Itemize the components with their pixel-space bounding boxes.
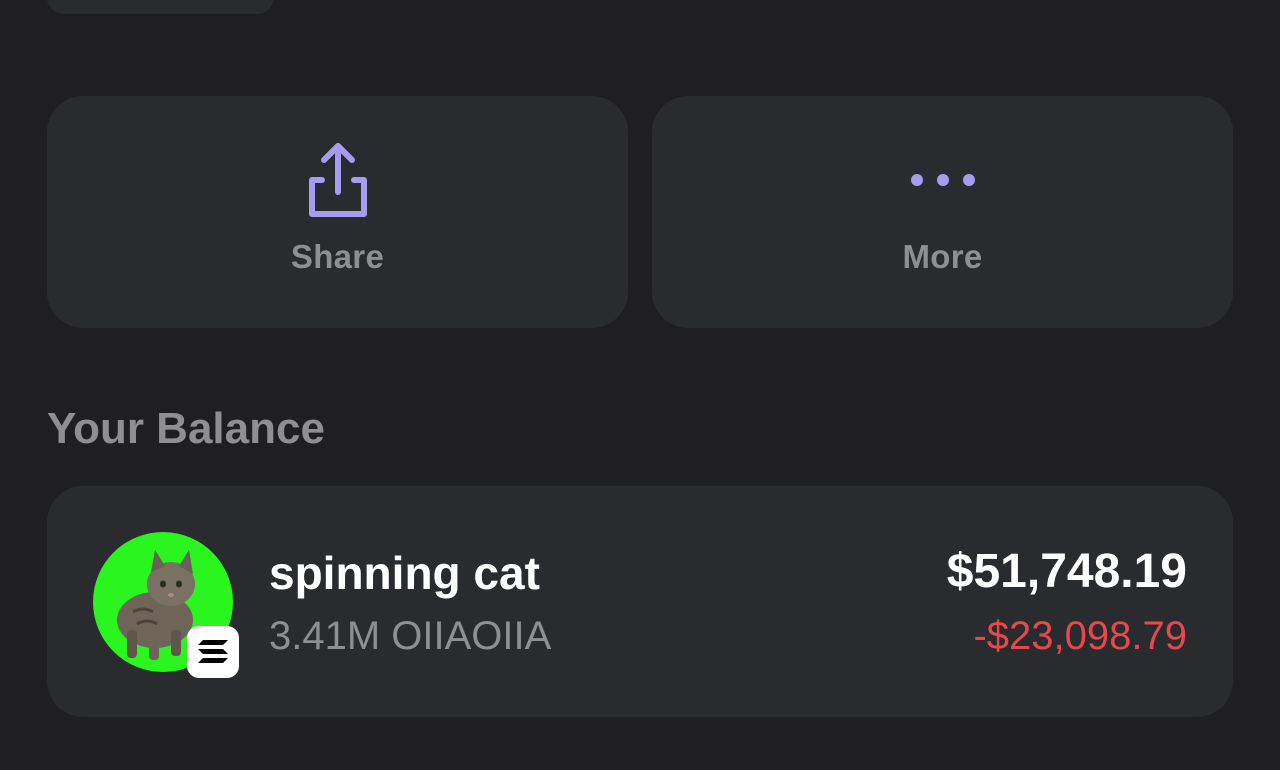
share-icon xyxy=(298,140,378,220)
wallet-token-page: Share More Your Balance spinning cat 3.4… xyxy=(0,0,1280,770)
top-card-remnant xyxy=(47,0,274,14)
more-label: More xyxy=(902,238,983,275)
token-name: spinning cat xyxy=(269,547,540,599)
section-title: Your Balance xyxy=(47,404,325,453)
token-change: -$23,098.79 xyxy=(973,614,1187,658)
share-label: Share xyxy=(290,238,385,275)
token-amount: 3.41M OIIAOIIA xyxy=(269,614,552,658)
solana-icon xyxy=(187,626,239,678)
token-value: $51,748.19 xyxy=(946,545,1187,598)
more-button[interactable]: More xyxy=(652,96,1233,328)
share-button[interactable]: Share xyxy=(47,96,628,328)
more-dots-icon xyxy=(903,140,983,220)
token-balance-row[interactable]: spinning cat 3.41M OIIAOIIA $51,748.19 -… xyxy=(47,486,1233,717)
